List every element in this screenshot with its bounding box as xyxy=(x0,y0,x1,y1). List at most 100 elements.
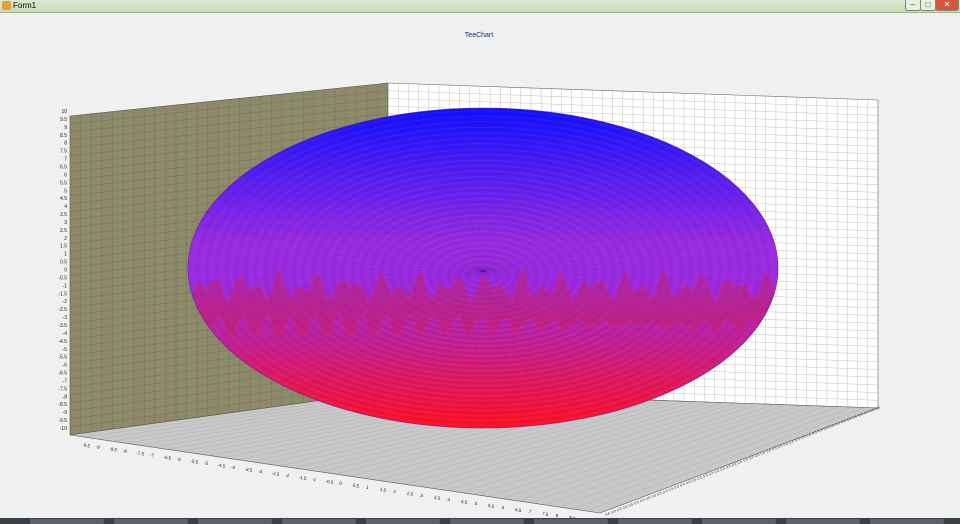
taskbar-item[interactable] xyxy=(786,519,860,524)
x-tick-label: -2.5 xyxy=(271,470,280,477)
x-tick-label: 5.5 xyxy=(488,503,496,509)
taskbar-item[interactable] xyxy=(702,519,776,524)
y-tick-label: 5 xyxy=(64,188,67,194)
y-tick-label: 5.5 xyxy=(60,180,67,186)
x-tick-label: -4.5 xyxy=(217,462,226,469)
y-tick-label: 4.5 xyxy=(60,196,67,202)
y-tick-label: -9 xyxy=(63,410,68,416)
y-tick-label: 2 xyxy=(64,236,67,242)
x-tick-label: 3.5 xyxy=(433,495,441,501)
x-tick-label: 0.5 xyxy=(352,483,360,489)
tee-chart[interactable]: TeeChart -10 -9.5 -9 -8.5 -8 -7.5 -7 -6.5 -6 -5.5… xyxy=(0,13,960,518)
x-tick-label: -3 xyxy=(258,468,263,474)
y-tick-label: -3.5 xyxy=(58,323,67,329)
y-tick-label: 0.5 xyxy=(60,260,67,266)
y-tick-label: -0.5 xyxy=(58,275,67,281)
chart-svg: TeeChart -10-9.5-9-8.5-8-7.5-7-6.5-6-5.5… xyxy=(58,32,881,518)
y-tick-label: 8.5 xyxy=(60,133,67,139)
taskbar-item[interactable] xyxy=(870,519,944,524)
x-tick-label: -0.5 xyxy=(325,479,334,486)
window-title: Form1 xyxy=(13,1,37,10)
y-tick-label: -2.5 xyxy=(58,307,67,313)
y-tick-label: -2 xyxy=(63,299,68,305)
ellipsoid-body xyxy=(188,108,778,428)
chart-title: TeeChart xyxy=(465,32,493,39)
y-tick-label: -7.5 xyxy=(58,386,67,392)
x-tick-label: -5.5 xyxy=(190,458,199,465)
y-tick-label: -5 xyxy=(63,347,68,353)
close-button[interactable]: ✕ xyxy=(935,0,959,11)
y-tick-label: 8 xyxy=(64,141,67,147)
taskbar-item[interactable] xyxy=(282,519,356,524)
y-tick-label: 1.5 xyxy=(60,244,67,250)
y-tick-label: 10 xyxy=(61,109,67,115)
y-tick-label: -4 xyxy=(63,331,68,337)
x-tick-label: -1.5 xyxy=(298,475,307,482)
x-tick-label: -7.5 xyxy=(136,450,145,457)
y-tick-label: -8 xyxy=(63,394,68,400)
x-tick-label: -9 xyxy=(95,444,100,450)
x-tick-label: -6.5 xyxy=(163,454,172,461)
y-tick-label: 9 xyxy=(64,125,67,131)
y-tick-label: -1 xyxy=(63,283,68,289)
y-tick-label: 4 xyxy=(64,204,67,210)
x-tick-label: 6.5 xyxy=(515,507,523,513)
x-tick-label: -5 xyxy=(204,460,209,466)
y-tick-label: 7.5 xyxy=(60,149,67,155)
taskbar-item[interactable] xyxy=(450,519,524,524)
x-tick-label: 5 xyxy=(474,501,478,507)
title-bar[interactable]: Form1 – □ ✕ xyxy=(0,0,960,13)
depth-tick-label: 0.5 xyxy=(875,405,881,411)
y-tick-label: -5.5 xyxy=(58,355,67,361)
taskbar-item[interactable] xyxy=(366,519,440,524)
y-tick-label: 6.5 xyxy=(60,164,67,170)
y-tick-label: 6 xyxy=(64,172,67,178)
taskbar-item[interactable] xyxy=(198,519,272,524)
x-tick-label: 7 xyxy=(528,509,532,515)
x-tick-label: -4 xyxy=(231,464,236,470)
y-tick-label: -4.5 xyxy=(58,339,67,345)
x-tick-label: 6 xyxy=(501,505,505,511)
ellipsoid-surface xyxy=(187,107,779,429)
x-tick-label: -8.5 xyxy=(109,446,118,453)
x-tick-label: -7 xyxy=(149,452,154,458)
y-tick-label: -9.5 xyxy=(58,418,67,424)
y-tick-label: -6 xyxy=(63,363,68,369)
x-tick-label: -6 xyxy=(176,456,181,462)
y-tick-label: 3 xyxy=(64,220,67,226)
y-tick-label: -10 xyxy=(60,426,67,432)
y-tick-label: -8.5 xyxy=(58,402,67,408)
y-tick-label: -6.5 xyxy=(58,371,67,377)
x-tick-label: 2 xyxy=(393,489,397,495)
x-tick-label: 4 xyxy=(447,497,451,503)
taskbar-item[interactable] xyxy=(30,519,104,524)
x-tick-label: 0 xyxy=(339,481,343,487)
y-tick-label: 7 xyxy=(64,157,67,163)
y-tick-label: -1.5 xyxy=(58,291,67,297)
x-tick-label: 2.5 xyxy=(406,491,414,497)
y-tick-label: 9.5 xyxy=(60,117,67,123)
y-tick-label: -7 xyxy=(63,378,68,384)
x-tick-label: -8 xyxy=(122,448,127,454)
taskbar-item[interactable] xyxy=(534,519,608,524)
minimize-button[interactable]: – xyxy=(905,0,921,11)
taskbar-item[interactable] xyxy=(114,519,188,524)
x-tick-label: -2 xyxy=(285,472,290,478)
app-icon xyxy=(2,1,11,10)
x-tick-label: -1 xyxy=(312,477,317,483)
taskbar-item[interactable] xyxy=(618,519,692,524)
x-tick-label: -9.5 xyxy=(82,442,91,449)
y-axis: -10-9.5-9-8.5-8-7.5-7-6.5-6-5.5-5-4.5-4-… xyxy=(58,109,67,432)
y-tick-label: -3 xyxy=(63,315,68,321)
x-tick-label: 1.5 xyxy=(379,487,387,493)
app-window: Form1 – □ ✕ TeeChart -10 -9.5 -9 -8.5 -8 -7.5… xyxy=(0,0,960,524)
x-tick-label: 7.5 xyxy=(542,511,550,517)
y-tick-label: 3.5 xyxy=(60,212,67,218)
x-tick-label: 1 xyxy=(366,485,370,491)
x-tick-label: 3 xyxy=(420,493,424,499)
y-tick-label: 0 xyxy=(64,268,67,274)
y-tick-label: 1 xyxy=(64,252,67,258)
x-tick-label: 4.5 xyxy=(461,499,469,505)
maximize-button[interactable]: □ xyxy=(920,0,936,11)
y-tick-label: 2.5 xyxy=(60,228,67,234)
